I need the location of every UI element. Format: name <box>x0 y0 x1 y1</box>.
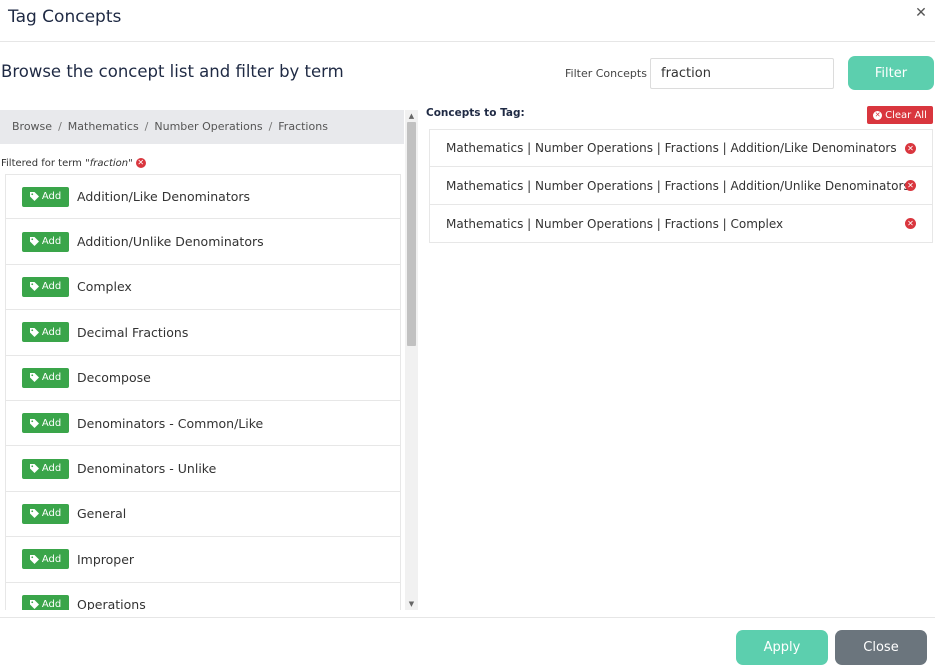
filter-input[interactable] <box>650 58 834 89</box>
list-item: Add Addition/Unlike Denominators <box>5 219 401 265</box>
concept-label: Complex <box>77 279 132 295</box>
tag-icon <box>29 282 39 292</box>
tagged-list: Mathematics | Number Operations | Fracti… <box>429 129 933 243</box>
add-button[interactable]: Add <box>22 231 69 252</box>
list-item: Add Decimal Fractions <box>5 310 401 356</box>
list-item: Add Improper <box>5 537 401 583</box>
add-label: Add <box>41 372 62 384</box>
add-label: Add <box>41 508 62 520</box>
apply-button[interactable]: Apply <box>736 630 828 665</box>
add-button[interactable]: Add <box>22 322 69 343</box>
concept-label: Denominators - Unlike <box>77 461 217 477</box>
add-button[interactable]: Add <box>22 367 69 388</box>
breadcrumb-separator: / <box>268 120 273 133</box>
tag-icon <box>29 373 39 383</box>
add-button[interactable]: Add <box>22 503 69 524</box>
breadcrumb-separator: / <box>144 120 149 133</box>
concept-label: Decompose <box>77 370 151 386</box>
concept-label: Addition/Unlike Denominators <box>77 234 264 250</box>
filter-button[interactable]: Filter <box>848 56 934 90</box>
concept-label: Decimal Fractions <box>77 324 189 340</box>
add-button[interactable]: Add <box>22 594 69 610</box>
breadcrumb-item-browse[interactable]: Browse <box>12 120 52 133</box>
tagged-item-label: Mathematics | Number Operations | Fracti… <box>446 178 910 193</box>
tag-icon <box>29 237 39 247</box>
add-label: Add <box>41 236 62 248</box>
filtered-term: "fraction" <box>85 158 133 169</box>
concept-label: Denominators - Common/Like <box>77 415 264 431</box>
concept-label: General <box>77 506 127 522</box>
list-item: Add Decompose <box>5 355 401 401</box>
remove-circle-icon[interactable]: ✕ <box>905 143 916 154</box>
remove-circle-icon[interactable]: ✕ <box>905 218 916 229</box>
breadcrumb-item-fractions: Fractions <box>278 120 328 133</box>
concept-label: Addition/Like Denominators <box>77 189 251 205</box>
filtered-note: Filtered for term "fraction" ✕ <box>1 158 146 169</box>
tag-icon <box>29 327 39 337</box>
clear-all-label: Clear All <box>885 109 927 121</box>
scroll-thumb[interactable] <box>407 122 416 346</box>
list-item: Add Operations <box>5 582 401 610</box>
browse-heading: Browse the concept list and filter by te… <box>1 62 344 81</box>
tagged-item: Mathematics | Number Operations | Fracti… <box>429 205 933 243</box>
concept-browser: Browse / Mathematics / Number Operations / Fra… <box>0 110 418 610</box>
add-label: Add <box>41 599 62 610</box>
list-item: Add Denominators - Unlike <box>5 446 401 492</box>
close-button[interactable]: Close <box>835 630 927 665</box>
add-label: Add <box>41 191 62 203</box>
add-label: Add <box>41 553 62 565</box>
concepts-to-tag-panel: Concepts to Tag: ✕ Clear All Mathematics … <box>424 104 935 254</box>
clear-all-button[interactable]: ✕ Clear All <box>867 106 933 124</box>
tagged-item-label: Mathematics | Number Operations | Fracti… <box>446 216 784 231</box>
tagged-item: Mathematics | Number Operations | Fracti… <box>429 167 933 205</box>
list-item: Add Addition/Like Denominators <box>5 174 401 220</box>
list-item: Add General <box>5 491 401 538</box>
close-icon[interactable]: ✕ <box>913 5 929 21</box>
scroll-up-arrow-icon[interactable]: ▲ <box>405 110 418 122</box>
modal-header: Tag Concepts ✕ <box>0 0 935 42</box>
concept-list: Add Addition/Like Denominators Add Addit… <box>5 174 401 610</box>
breadcrumb: Browse / Mathematics / Number Operations / Fra… <box>0 110 404 144</box>
remove-circle-icon[interactable]: ✕ <box>905 180 916 191</box>
tagged-item-label: Mathematics | Number Operations | Fracti… <box>446 141 897 155</box>
tag-icon <box>29 509 39 519</box>
concepts-to-tag-title: Concepts to Tag: <box>426 107 525 119</box>
breadcrumb-item-mathematics[interactable]: Mathematics <box>68 120 139 133</box>
remove-circle-icon[interactable]: ✕ <box>135 158 146 168</box>
filter-label: Filter Concepts <box>565 67 647 80</box>
list-item: Add Complex <box>5 264 401 311</box>
tag-icon <box>29 600 39 610</box>
add-button[interactable]: Add <box>22 186 69 207</box>
add-label: Add <box>41 417 62 429</box>
add-label: Add <box>41 326 62 338</box>
tag-icon <box>29 192 39 202</box>
breadcrumb-item-number-operations[interactable]: Number Operations <box>154 120 262 133</box>
tag-icon <box>29 464 39 474</box>
list-item: Add Denominators - Common/Like <box>5 400 401 447</box>
breadcrumb-separator: / <box>58 120 62 133</box>
concept-list-scrollbar[interactable]: ▲ ▼ <box>405 110 418 610</box>
add-button[interactable]: Add <box>22 549 69 570</box>
filtered-prefix: Filtered for term <box>1 158 82 169</box>
remove-circle-icon: ✕ <box>873 110 883 120</box>
add-label: Add <box>41 281 62 293</box>
add-button[interactable]: Add <box>22 276 69 297</box>
add-button[interactable]: Add <box>22 413 69 434</box>
concept-label: Operations <box>77 597 146 610</box>
tag-icon <box>29 418 39 428</box>
modal-title: Tag Concepts <box>8 7 122 27</box>
tagged-item: Mathematics | Number Operations | Fracti… <box>429 129 933 167</box>
concept-label: Improper <box>77 551 135 567</box>
tag-icon <box>29 554 39 564</box>
add-button[interactable]: Add <box>22 458 69 479</box>
add-label: Add <box>41 463 62 475</box>
scroll-down-arrow-icon[interactable]: ▼ <box>405 598 418 610</box>
